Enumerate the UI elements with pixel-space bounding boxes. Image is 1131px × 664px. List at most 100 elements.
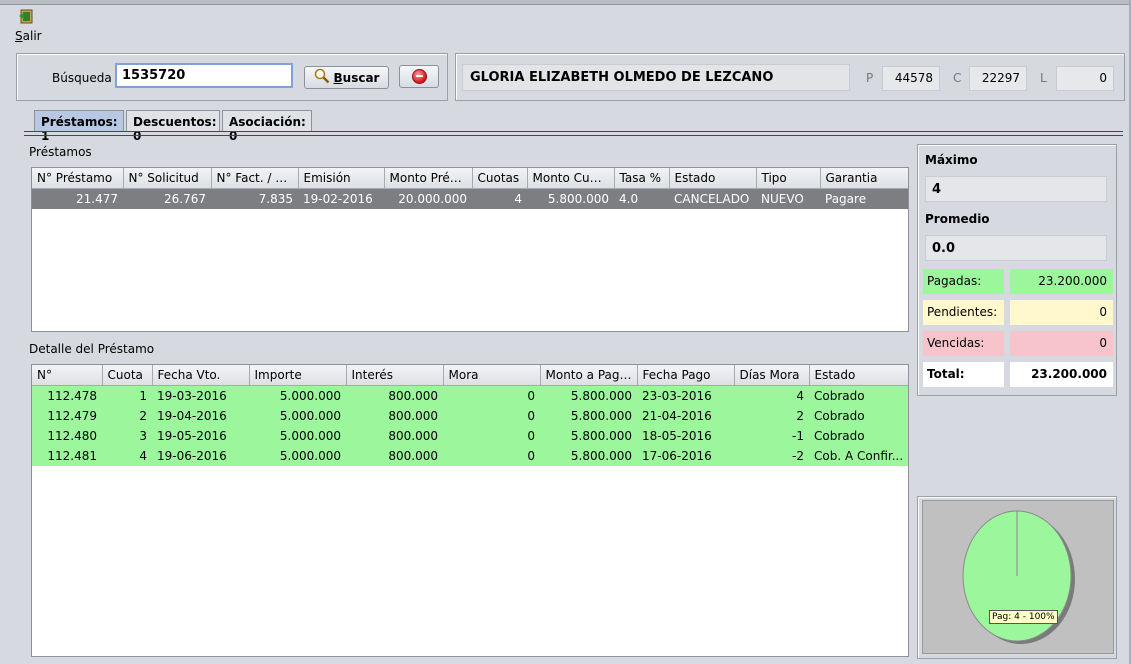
cell: 112.481 [32,446,102,466]
exit-icon[interactable] [19,9,35,24]
cell: 5.000.000 [249,406,346,426]
col-interes[interactable]: Interés [346,365,444,386]
tab-prestamos[interactable]: Préstamos: 1 [34,110,124,143]
tab-divider [24,131,1123,136]
cell: 26.767 [123,188,211,209]
cell: 20.000.000 [384,188,472,209]
l-label: L [1040,71,1047,85]
col-n-fact[interactable]: N° Fact. / Op... [211,168,299,189]
col-tasa[interactable]: Tasa % [614,168,670,189]
col-n-prestamo[interactable]: N° Préstamo [32,168,124,189]
clear-button[interactable] [399,65,439,88]
cell: 1 [102,385,152,406]
cell: 18-05-2016 [637,426,734,446]
cell: 5.800.000 [540,406,637,426]
total-value: 23.200.000 [1010,362,1113,387]
search-label: Búsqueda [52,71,112,85]
loans-header-row: N° Préstamo N° Solicitud N° Fact. / Op..… [32,168,908,189]
col-mora[interactable]: Mora [443,365,541,386]
col-cuota[interactable]: Cuota [102,365,153,386]
cell: 5.000.000 [249,426,346,446]
pending-label: Pendientes: [923,300,1004,325]
c-value: 22297 [969,66,1027,91]
magnifier-icon [314,68,330,87]
window-top-border [0,0,1131,5]
c-label: C [953,71,962,85]
avg-label: Promedio [925,212,990,226]
table-row[interactable]: 21.477 26.767 7.835 19-02-2016 20.000.00… [32,188,908,209]
cell: 0 [443,446,540,466]
cell: Cobrado [809,406,908,426]
cell: 19-04-2016 [152,406,249,426]
p-value: 44578 [882,66,940,91]
cell: 0 [443,385,540,406]
pending-value: 0 [1010,300,1113,325]
col-fecha-pago[interactable]: Fecha Pago [637,365,735,386]
detail-header-row: N° Cuota Fecha Vto. Importe Interés Mora… [32,365,908,386]
col-estado-detalle[interactable]: Estado [809,365,908,386]
search-input[interactable] [115,63,293,88]
tab-asociacion[interactable]: Asociación: 0 [222,110,312,143]
overdue-label: Vencidas: [923,331,1004,356]
cell: -1 [734,426,809,446]
cell: 5.800.000 [527,188,614,209]
col-monto-a-pagar[interactable]: Monto a Pagar [540,365,638,386]
cell: 2 [102,406,152,426]
col-estado[interactable]: Estado [669,168,757,189]
overdue-value: 0 [1010,331,1113,356]
cell: Pagare [820,188,908,209]
stop-icon [411,69,427,84]
col-cuotas[interactable]: Cuotas [472,168,528,189]
detail-table[interactable]: N° Cuota Fecha Vto. Importe Interés Mora… [31,364,909,657]
cell: CANCELADO [669,188,756,209]
paid-value: 23.200.000 [1010,269,1113,294]
cell: 5.800.000 [540,426,637,446]
col-monto-cuotas[interactable]: Monto Cuotas [527,168,615,189]
cell: 7.835 [211,188,298,209]
detail-section-title: Detalle del Préstamo [29,342,155,356]
cell: 21.477 [32,188,123,209]
cell: Cob. A Confir... [809,446,908,466]
cell: 4 [734,385,809,406]
col-n-solicitud[interactable]: N° Solicitud [123,168,212,189]
search-button[interactable]: Buscar [304,66,389,89]
cell: 800.000 [346,385,443,406]
loans-section-title: Préstamos [29,145,92,159]
cell: 21-04-2016 [637,406,734,426]
table-row[interactable]: 112.478 1 19-03-2016 5.000.000 800.000 0 5.800… [32,385,908,406]
tab-descuentos[interactable]: Descuentos: 0 [126,110,220,143]
col-monto-prestamo[interactable]: Monto Prést... [384,168,473,189]
cell: 4 [472,188,527,209]
col-tipo[interactable]: Tipo [756,168,821,189]
table-row[interactable]: 112.481 4 19-06-2016 5.000.000 800.000 0 5.800… [32,446,908,466]
pie-chart [922,500,1114,654]
col-importe[interactable]: Importe [249,365,347,386]
cell: 800.000 [346,406,443,426]
l-value: 0 [1056,66,1114,91]
person-name: GLORIA ELIZABETH OLMEDO DE LEZCANO [462,64,850,91]
table-row[interactable]: 112.480 3 19-05-2016 5.000.000 800.000 0 5.800… [32,426,908,446]
loans-table[interactable]: N° Préstamo N° Solicitud N° Fact. / Op..… [31,167,909,332]
cell: Cobrado [809,385,908,406]
cell: NUEVO [756,188,820,209]
cell: 19-02-2016 [298,188,384,209]
cell: 2 [734,406,809,426]
cell: 19-06-2016 [152,446,249,466]
col-fecha-vto[interactable]: Fecha Vto. [152,365,250,386]
max-value: 4 [925,176,1107,202]
col-emision[interactable]: Emisión [298,168,385,189]
avg-value: 0.0 [925,235,1107,261]
total-label: Total: [923,362,1004,387]
cell: 112.479 [32,406,102,426]
col-dias-mora[interactable]: Días Mora [734,365,810,386]
cell: 4.0 [614,188,669,209]
cell: 23-03-2016 [637,385,734,406]
cell: 19-05-2016 [152,426,249,446]
cell: 4 [102,446,152,466]
col-garantia[interactable]: Garantia [820,168,908,189]
exit-button[interactable]: Salir [15,29,42,43]
cell: 112.480 [32,426,102,446]
col-n[interactable]: N° [32,365,103,386]
cell: 5.800.000 [540,446,637,466]
table-row[interactable]: 112.479 2 19-04-2016 5.000.000 800.000 0 5.800… [32,406,908,426]
